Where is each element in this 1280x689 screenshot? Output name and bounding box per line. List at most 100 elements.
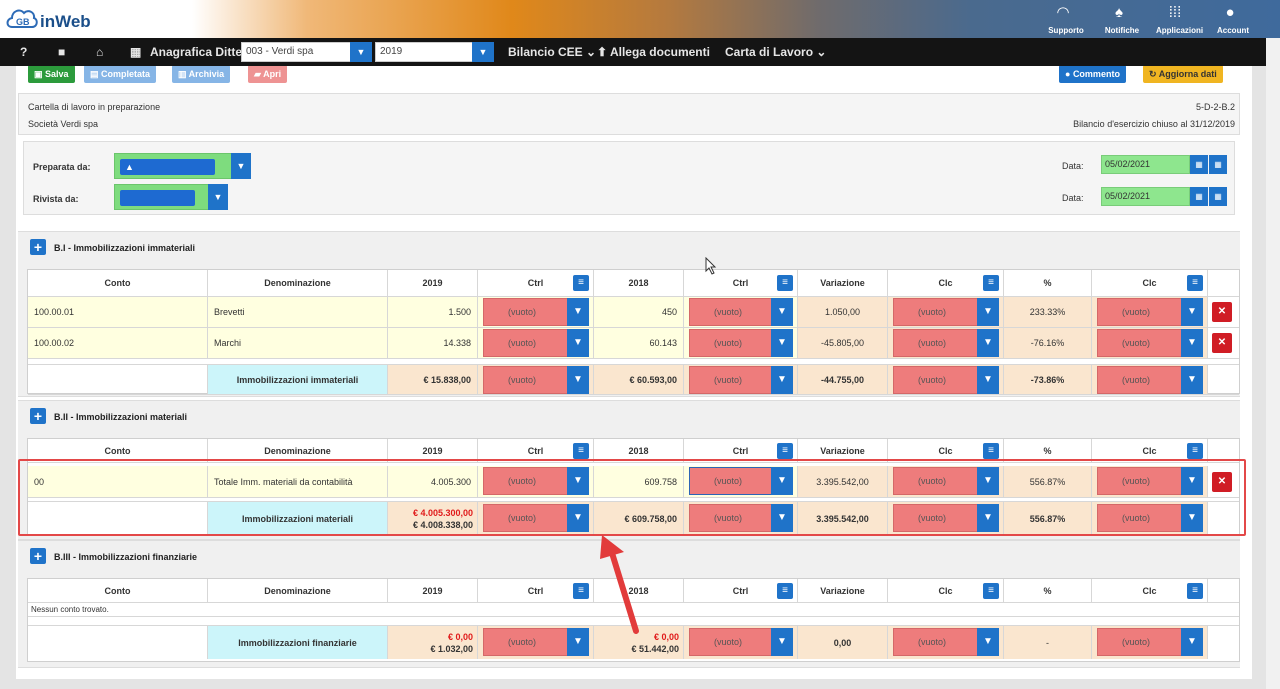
logo-text: inWeb — [40, 12, 91, 31]
menu-icon[interactable]: ≡ — [983, 583, 999, 599]
ctrl-dropdown[interactable]: (vuoto) ▼ — [689, 329, 793, 357]
reviewers-panel: Preparata da: ▲ ▼ Rivista da: ▼ Data: 05… — [23, 141, 1235, 215]
chevron-down-icon: ▼ — [977, 628, 999, 656]
table-header: Conto Denominazione 2019 Ctrl ≡ 2018 Ctrl… — [28, 270, 1239, 297]
ctrl-dropdown[interactable]: (vuoto) ▼ — [689, 366, 793, 394]
calendar-today-icon[interactable]: ▦ — [1209, 187, 1227, 206]
calendar-icon[interactable]: ▦ — [1190, 155, 1208, 174]
company-select[interactable]: 003 - Verdi spa ▼ — [241, 42, 372, 62]
clc-dropdown[interactable]: (vuoto) ▼ — [893, 298, 999, 326]
ctrl-dropdown[interactable]: (vuoto) ▼ — [483, 628, 589, 656]
clc-dropdown[interactable]: (vuoto) ▼ — [893, 329, 999, 357]
menu-icon[interactable]: ≡ — [777, 583, 793, 599]
ctrl-dropdown[interactable]: (vuoto) ▼ — [689, 298, 793, 326]
rivista-dropdown[interactable]: ▼ — [114, 184, 228, 210]
data-label: Data: — [1062, 161, 1084, 171]
cursor-icon — [705, 257, 717, 275]
archivia-button[interactable]: ▥ Archivia — [172, 65, 231, 83]
account-button[interactable]: ● Account — [1205, 4, 1255, 35]
chevron-down-icon: ▼ — [1181, 366, 1203, 394]
help-icon[interactable]: ? — [20, 38, 27, 66]
menu-icon[interactable]: ≡ — [1187, 443, 1203, 459]
delete-row-button[interactable]: ✕ — [1212, 333, 1232, 353]
company-text: Società Verdi spa — [28, 119, 99, 129]
menu-icon[interactable]: ≡ — [573, 275, 589, 291]
status-text: Cartella di lavoro in preparazione — [28, 102, 161, 112]
allega-documenti-link[interactable]: ⬆ Allega documenti — [597, 38, 710, 66]
account-icon: ● — [1225, 4, 1235, 21]
clc-dropdown[interactable]: (vuoto) ▼ — [1097, 298, 1203, 326]
ctrl-dropdown[interactable]: (vuoto) ▼ — [689, 628, 793, 656]
chevron-down-icon: ▼ — [567, 329, 589, 357]
menu-icon[interactable]: ≡ — [1187, 275, 1203, 291]
aggiorna-dati-button[interactable]: ↻ Aggiorna dati — [1143, 65, 1223, 83]
clc-dropdown[interactable]: (vuoto) ▼ — [1097, 329, 1203, 357]
calendar-icon[interactable]: ▦ — [1190, 187, 1208, 206]
rivista-label: Rivista da: — [33, 194, 79, 204]
menu-icon[interactable]: ≡ — [573, 443, 589, 459]
table-row: 100.00.02 Marchi 14.338 (vuoto) ▼ 60.143 … — [28, 328, 1239, 359]
chevron-down-icon: ▼ — [771, 628, 793, 656]
expand-plus-icon[interactable]: + — [30, 548, 46, 564]
preparata-label: Preparata da: — [33, 162, 91, 172]
bilancio-cee-menu[interactable]: Bilancio CEE ⌄ — [508, 38, 596, 66]
total-row: Immobilizzazioni immateriali € 15.838,00… — [28, 364, 1239, 395]
delete-row-button[interactable]: ✕ — [1212, 302, 1232, 322]
preparata-dropdown[interactable]: ▲ ▼ — [114, 153, 251, 179]
expand-plus-icon[interactable]: + — [30, 408, 46, 424]
ctrl-dropdown[interactable]: (vuoto) ▼ — [483, 298, 589, 326]
menu-icon[interactable]: ≡ — [983, 443, 999, 459]
clipboard-icon: ▤ — [90, 69, 102, 79]
completata-button[interactable]: ▤ Completata — [84, 65, 157, 83]
svg-text:GB: GB — [16, 17, 30, 27]
commento-button[interactable]: ● Commento — [1059, 65, 1126, 83]
menu-icon[interactable]: ≡ — [777, 443, 793, 459]
chevron-down-icon: ▼ — [1181, 298, 1203, 326]
clc-dropdown[interactable]: (vuoto) ▼ — [893, 628, 999, 656]
clc-dropdown[interactable]: (vuoto) ▼ — [893, 366, 999, 394]
salva-button[interactable]: ▣ Salva — [28, 65, 75, 83]
apri-button[interactable]: ▰ Apri — [248, 65, 288, 83]
expand-plus-icon[interactable]: + — [30, 239, 46, 255]
menu-icon[interactable]: ≡ — [983, 275, 999, 291]
chevron-down-icon: ▼ — [567, 298, 589, 326]
anagrafica-ditte-link[interactable]: Anagrafica Ditte — [150, 38, 242, 66]
bell-icon: ♠ — [1115, 4, 1123, 21]
building-icon: ▦ — [130, 45, 142, 59]
user-chip: ▲ — [120, 159, 215, 175]
headset-icon: ◠ — [1056, 4, 1070, 21]
refresh-icon: ↻ — [1149, 69, 1159, 79]
menu-icon[interactable]: ≡ — [1187, 583, 1203, 599]
clc-dropdown[interactable]: (vuoto) ▼ — [1097, 366, 1203, 394]
home-icon[interactable]: ⌂ — [96, 38, 103, 66]
year-select[interactable]: 2019 ▼ — [375, 42, 494, 62]
notifications-button[interactable]: ♠ Notifiche — [1094, 4, 1144, 35]
applications-button[interactable]: ⁞⁞⁞ Applicazioni — [1150, 4, 1203, 35]
menu-icon[interactable]: ≡ — [573, 583, 589, 599]
chevron-down-icon: ▼ — [771, 366, 793, 394]
preparata-date-input[interactable]: 05/02/2021 ▦ ▦ — [1101, 155, 1227, 174]
ctrl-dropdown[interactable]: (vuoto) ▼ — [483, 366, 589, 394]
upload-icon: ⬆ — [597, 45, 610, 59]
rivista-date-input[interactable]: 05/02/2021 ▦ ▦ — [1101, 187, 1227, 206]
menu-icon[interactable]: ≡ — [777, 275, 793, 291]
support-button[interactable]: ◠ Supporto — [1038, 4, 1088, 35]
calendar-today-icon[interactable]: ▦ — [1209, 155, 1227, 174]
carta-di-lavoro-menu[interactable]: Carta di Lavoro ⌄ — [725, 38, 826, 66]
archive-icon: ▥ — [178, 69, 189, 79]
ctrl-dropdown[interactable]: (vuoto) ▼ — [483, 329, 589, 357]
vertical-scrollbar[interactable] — [1266, 38, 1280, 689]
chevron-down-icon: ▼ — [231, 153, 251, 179]
section-title: B.II - Immobilizzazioni materiali — [54, 412, 188, 422]
video-icon[interactable]: ■ — [58, 38, 65, 66]
chevron-down-icon: ▼ — [567, 628, 589, 656]
app-header: GB inWeb ◠ Supporto ♠ Notifiche ⁞⁞⁞ Applica… — [0, 0, 1280, 38]
apps-icon: ⁞⁞⁞ — [1168, 4, 1182, 21]
chevron-down-icon: ▼ — [977, 329, 999, 357]
clc-dropdown[interactable]: (vuoto) ▼ — [1097, 628, 1203, 656]
red-arrow-annotation — [600, 535, 639, 634]
chevron-down-icon: ▼ — [472, 42, 494, 62]
chevron-down-icon: ▼ — [208, 184, 228, 210]
code-text: 5-D-2-B.2 — [1195, 102, 1235, 112]
save-icon: ▣ — [34, 69, 46, 79]
